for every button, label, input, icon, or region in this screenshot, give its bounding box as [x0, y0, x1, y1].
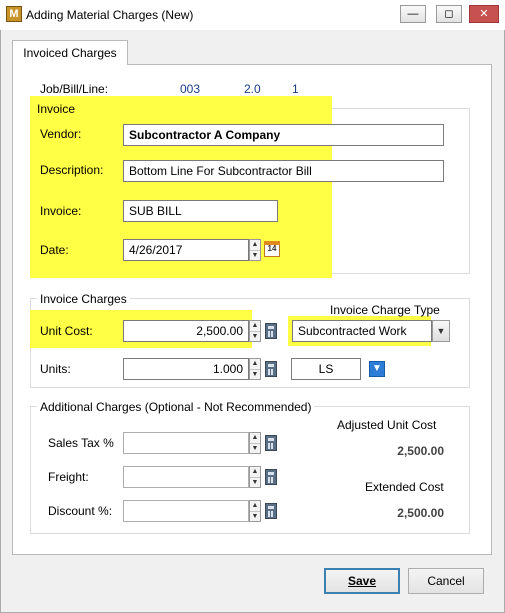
- chevron-down-icon[interactable]: ▼: [250, 477, 260, 487]
- close-button[interactable]: ✕: [469, 5, 499, 23]
- unit-cost-field[interactable]: 2,500.00: [123, 320, 249, 342]
- unit-cost-label: Unit Cost:: [40, 324, 93, 338]
- unit-of-measure-field[interactable]: LS: [291, 358, 361, 380]
- chevron-up-icon[interactable]: ▲: [250, 359, 260, 369]
- date-spinner[interactable]: ▲ ▼: [249, 239, 261, 261]
- freight-field[interactable]: [123, 466, 249, 488]
- units-label: Units:: [40, 362, 71, 376]
- chevron-up-icon[interactable]: ▲: [250, 321, 260, 331]
- calculator-icon[interactable]: [265, 361, 277, 377]
- sales-tax-spinner[interactable]: ▲ ▼: [249, 432, 261, 454]
- extended-cost-label: Extended Cost: [365, 480, 444, 494]
- date-label: Date:: [40, 243, 69, 257]
- window-title: Adding Material Charges (New): [26, 8, 194, 22]
- vendor-label: Vendor:: [40, 127, 82, 141]
- chevron-up-icon[interactable]: ▲: [250, 433, 260, 443]
- date-field[interactable]: 4/26/2017: [123, 239, 249, 261]
- description-field[interactable]: Bottom Line For Subcontractor Bill: [123, 160, 444, 182]
- chevron-down-icon[interactable]: ▼: [250, 369, 260, 379]
- unit-cost-spinner[interactable]: ▲ ▼: [249, 320, 261, 342]
- calculator-icon[interactable]: [265, 469, 277, 485]
- chevron-down-icon[interactable]: ▼: [250, 511, 260, 521]
- chevron-down-icon[interactable]: ▼: [250, 443, 260, 453]
- freight-spinner[interactable]: ▲ ▼: [249, 466, 261, 488]
- chevron-down-icon[interactable]: ▼: [250, 250, 260, 260]
- job-bill-line-label: Job/Bill/Line:: [40, 82, 109, 96]
- save-button[interactable]: Save: [324, 568, 400, 594]
- app-icon: M: [6, 6, 22, 22]
- sales-tax-field[interactable]: [123, 432, 249, 454]
- maximize-button[interactable]: ◻: [436, 5, 462, 23]
- discount-field[interactable]: [123, 500, 249, 522]
- invoice-field[interactable]: SUB BILL: [123, 200, 278, 222]
- calculator-icon[interactable]: [265, 503, 277, 519]
- extended-cost-value: 2,500.00: [397, 506, 444, 520]
- bill-number: 2.0: [244, 82, 261, 96]
- freight-label: Freight:: [48, 470, 89, 484]
- chevron-up-icon[interactable]: ▲: [250, 240, 260, 250]
- charge-type-select[interactable]: Subcontracted Work: [292, 320, 432, 342]
- minimize-button[interactable]: —: [400, 5, 426, 23]
- sales-tax-label: Sales Tax %: [48, 436, 114, 450]
- invoice-group-title: Invoice: [37, 102, 76, 116]
- tab-invoiced-charges[interactable]: Invoiced Charges: [12, 40, 128, 65]
- charge-type-label: Invoice Charge Type: [330, 303, 440, 317]
- cancel-button[interactable]: Cancel: [408, 568, 484, 594]
- arrow-down-icon[interactable]: ▼: [369, 361, 385, 377]
- job-number: 003: [180, 82, 201, 96]
- calendar-icon[interactable]: 14: [264, 241, 280, 257]
- units-field[interactable]: 1.000: [123, 358, 249, 380]
- adjusted-unit-cost-label: Adjusted Unit Cost: [337, 418, 437, 432]
- discount-spinner[interactable]: ▲ ▼: [249, 500, 261, 522]
- description-label: Description:: [40, 163, 104, 177]
- discount-label: Discount %:: [48, 504, 113, 518]
- chevron-down-icon[interactable]: ▼: [250, 331, 260, 341]
- calculator-icon[interactable]: [265, 323, 277, 339]
- save-button-label: Save: [347, 574, 377, 588]
- additional-charges-group-title: Additional Charges (Optional - Not Recom…: [37, 400, 315, 414]
- adjusted-unit-cost-value: 2,500.00: [397, 444, 444, 458]
- calculator-icon[interactable]: [265, 435, 277, 451]
- line-number: 1: [292, 82, 299, 96]
- invoice-charges-group-title: Invoice Charges: [37, 292, 130, 306]
- vendor-field[interactable]: Subcontractor A Company: [123, 124, 444, 146]
- chevron-up-icon[interactable]: ▲: [250, 467, 260, 477]
- chevron-down-icon[interactable]: ▼: [432, 320, 450, 342]
- chevron-up-icon[interactable]: ▲: [250, 501, 260, 511]
- units-spinner[interactable]: ▲ ▼: [249, 358, 261, 380]
- invoice-label: Invoice:: [40, 204, 82, 218]
